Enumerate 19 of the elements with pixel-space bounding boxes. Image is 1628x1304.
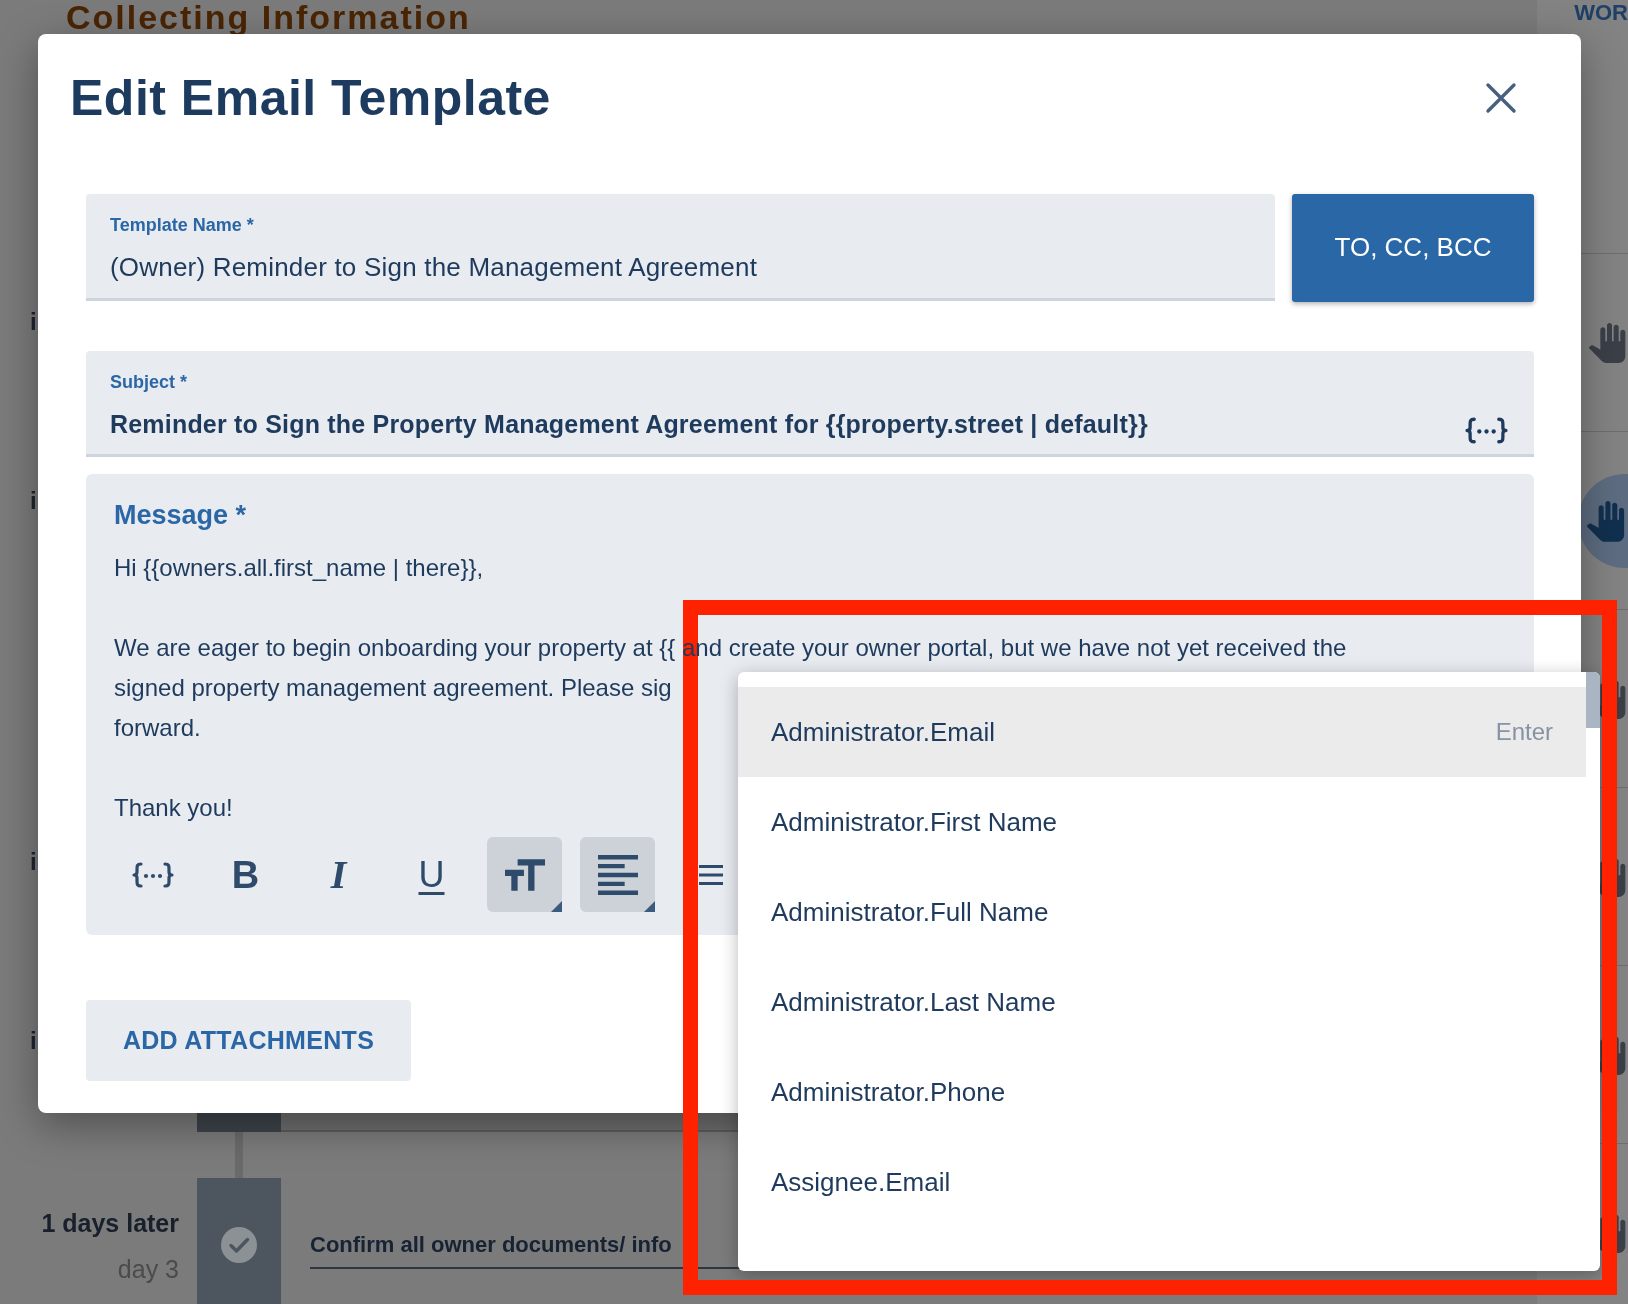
field-label: Message * (114, 499, 247, 532)
message-text-line: Thank you! (114, 793, 233, 824)
row-label: i (30, 486, 37, 516)
page-heading: Collecting Information (66, 0, 471, 34)
column-header: WOR (1574, 0, 1628, 26)
field-label: Template Name * (110, 213, 254, 236)
row-label: i (30, 1026, 37, 1056)
message-text-line: forward. (114, 713, 201, 744)
shortcut-hint: Enter (1495, 718, 1553, 746)
row-label: i (30, 847, 37, 877)
field-label: Subject * (110, 370, 188, 393)
dialog-title: Edit Email Template (70, 68, 551, 128)
step-title: Confirm all owner documents/ info (310, 1231, 672, 1259)
step-timing: 1 days later (41, 1208, 179, 1238)
row-label: i (30, 307, 37, 337)
message-text-line: signed property management agreement. Please sig (114, 673, 672, 704)
message-text-line: Hi {{owners.all.first_name | there}}, (114, 553, 484, 584)
field-value: (Owner) Reminder to Sign the Management Agreement (110, 252, 758, 281)
field-value: Reminder to Sign the Property Management Agreement for {{property.street | default}} (110, 409, 1148, 438)
